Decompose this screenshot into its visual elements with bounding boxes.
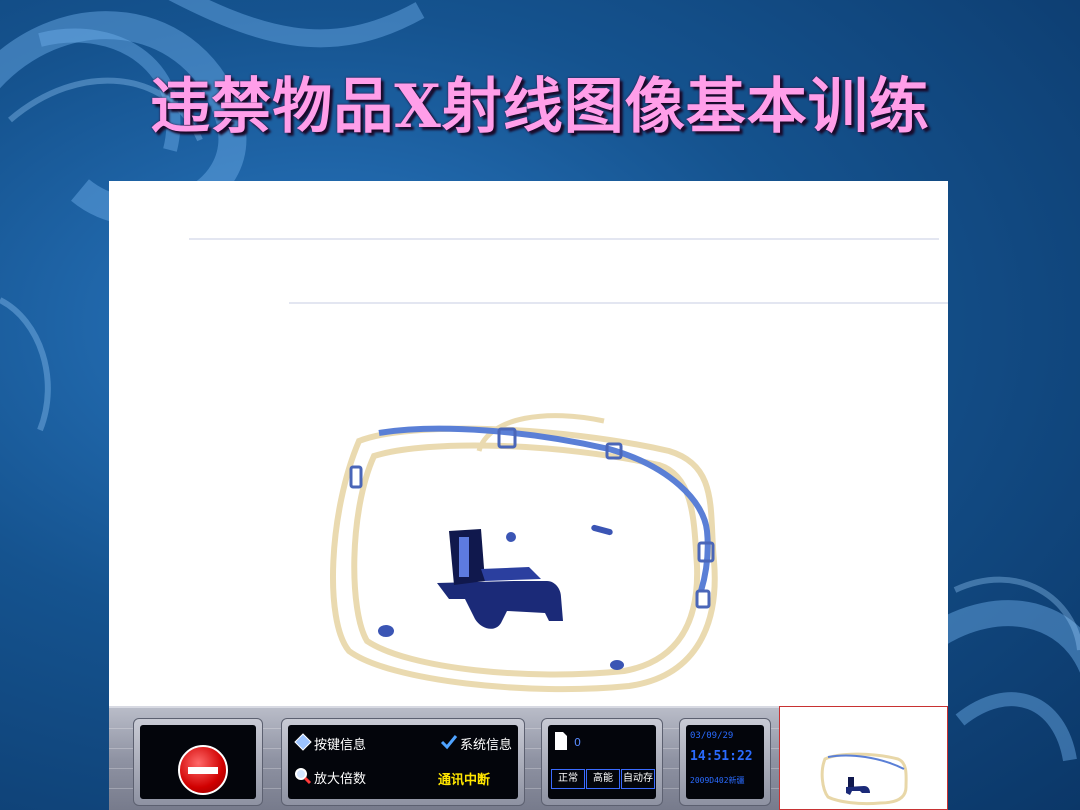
counter-value: 0: [574, 736, 581, 749]
bag-strap: [378, 425, 711, 592]
mode-high-energy-cell[interactable]: 高能: [586, 769, 620, 789]
xray-thumbnail-preview[interactable]: [779, 706, 948, 810]
zoom-menu-item[interactable]: 放大倍数: [314, 768, 366, 787]
mode-auto-save-cell[interactable]: 自动存: [621, 769, 655, 789]
alarm-indicator-box: [133, 718, 263, 806]
gun-object: [437, 529, 563, 629]
document-icon: [555, 732, 567, 750]
magnifier-icon: [295, 768, 312, 785]
bag-outline: [329, 413, 718, 693]
comm-status-text: 通讯中断: [438, 773, 491, 788]
clock-date: 03/09/29: [690, 731, 734, 741]
stop-icon: [178, 745, 228, 795]
mode-normal-cell[interactable]: 正常: [551, 769, 585, 789]
info-menu-box: 按键信息 系统信息 放大倍数 通讯中断: [281, 718, 525, 806]
scanner-control-panel: 按键信息 系统信息 放大倍数 通讯中断 0 正常 高能 自动存 03/09/29…: [109, 706, 779, 810]
clock-code: 2009D402新疆: [690, 776, 745, 785]
key-info-menu-item[interactable]: 按键信息: [314, 734, 366, 753]
slide-title: 违禁物品X射线图像基本训练: [150, 72, 930, 142]
system-info-menu-item[interactable]: 系统信息: [460, 734, 512, 753]
counter-mode-box: 0 正常 高能 自动存: [541, 718, 663, 806]
diamond-key-icon: [294, 733, 312, 751]
xray-bag-image: [189, 238, 948, 693]
clock-box: 03/09/29 14:51:22 2009D402新疆: [679, 718, 771, 806]
check-icon: [440, 735, 458, 750]
thumbnail-bag-image: [820, 752, 908, 806]
xray-image-view: [109, 181, 948, 706]
clock-time: 14:51:22: [690, 749, 753, 764]
